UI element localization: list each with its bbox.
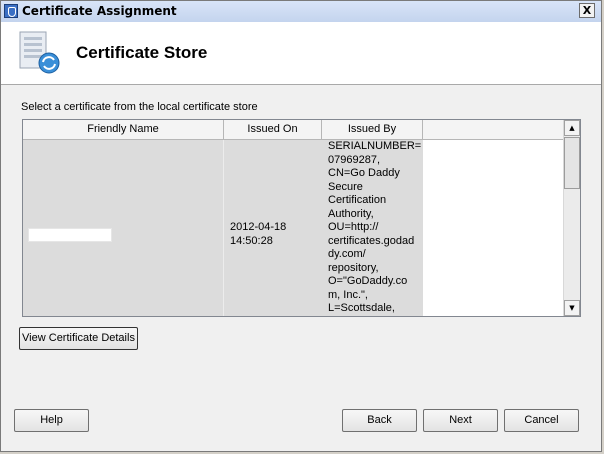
wizard-header: Certificate Store	[1, 22, 601, 85]
cell-issued-on[interactable]: 2012-04-18 14:50:28	[224, 140, 322, 316]
certificate-grid[interactable]: Friendly Name Issued On Issued By 2012-0…	[22, 119, 581, 317]
next-button[interactable]: Next	[423, 409, 498, 432]
column-header-issued-on[interactable]: Issued On	[224, 120, 322, 139]
instruction-text: Select a certificate from the local cert…	[21, 101, 258, 113]
scroll-down-icon[interactable]: ▼	[564, 300, 580, 316]
back-button[interactable]: Back	[342, 409, 417, 432]
view-certificate-details-button[interactable]: View Certificate Details	[19, 327, 138, 350]
title-bar[interactable]: Certificate Assignment X	[1, 1, 601, 23]
scroll-up-icon[interactable]: ▲	[564, 120, 580, 136]
page-title: Certificate Store	[76, 43, 208, 62]
cell-friendly-name[interactable]	[23, 140, 224, 316]
column-header-empty[interactable]	[423, 120, 564, 139]
cell-issued-by[interactable]: SERIALNUMBER= 07969287, CN=Go Daddy Secu…	[322, 140, 423, 316]
cancel-button[interactable]: Cancel	[504, 409, 579, 432]
dialog-window: Certificate Assignment X Certificate Sto…	[0, 0, 602, 452]
help-button[interactable]: Help	[14, 409, 89, 432]
certificate-store-icon	[19, 31, 60, 74]
close-button[interactable]: X	[579, 3, 595, 18]
certificate-app-icon	[4, 4, 18, 18]
window-title: Certificate Assignment	[22, 4, 177, 18]
column-header-issued-by[interactable]: Issued By	[322, 120, 423, 139]
table-row[interactable]: 2012-04-18 14:50:28 SERIALNUMBER= 079692…	[23, 140, 564, 316]
scroll-thumb[interactable]	[564, 137, 580, 189]
cell-empty	[423, 140, 564, 316]
issued-by-value: SERIALNUMBER= 07969287, CN=Go Daddy Secu…	[328, 140, 422, 314]
vertical-scrollbar[interactable]: ▲ ▼	[563, 120, 580, 316]
issued-on-value: 2012-04-18 14:50:28	[230, 221, 287, 247]
grid-header: Friendly Name Issued On Issued By	[23, 120, 564, 140]
column-header-friendly-name[interactable]: Friendly Name	[23, 120, 224, 139]
friendly-name-value	[28, 228, 112, 242]
